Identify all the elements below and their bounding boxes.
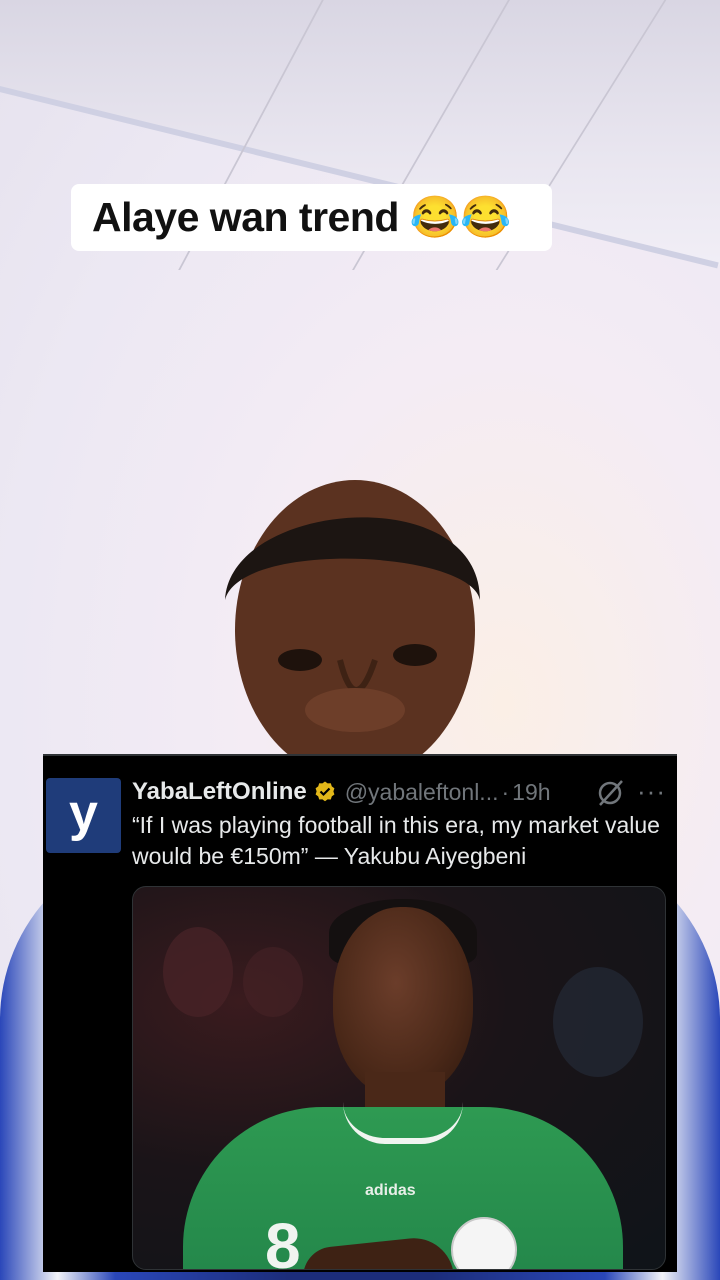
grok-icon[interactable] [595,778,625,808]
crowd-blur [243,947,303,1017]
caption-text: Alaye wan trend 😂😂 [92,193,511,240]
tweet-media-image[interactable]: adidas 8 [132,886,666,1270]
tweet-handle[interactable]: @yabaleftonl... [345,779,499,806]
tweet-display-name[interactable]: YabaLeftOnline [132,778,307,806]
crowd-blur [553,967,643,1077]
tweet-avatar[interactable]: y [46,778,121,853]
separator-dot: · [501,778,510,805]
jersey-number: 8 [265,1210,301,1270]
jersey-brand-logo: adidas [365,1182,416,1199]
avatar-letter: y [69,783,98,842]
presenter-head [225,480,480,780]
player-head [333,907,473,1097]
more-icon[interactable]: ··· [637,778,666,804]
tweet-text: “If I was playing football in this era, … [132,812,660,869]
tweet-header: YabaLeftOnline @yabaleftonl... · 19h [132,775,551,809]
crowd-blur [163,927,233,1017]
tweet-timestamp[interactable]: 19h [512,779,550,806]
verified-badge-icon [315,781,335,802]
caption-overlay: Alaye wan trend 😂😂 [71,184,552,251]
tweet-card[interactable]: y YabaLeftOnline @yabaleftonl... · 19h ·… [43,754,677,1272]
